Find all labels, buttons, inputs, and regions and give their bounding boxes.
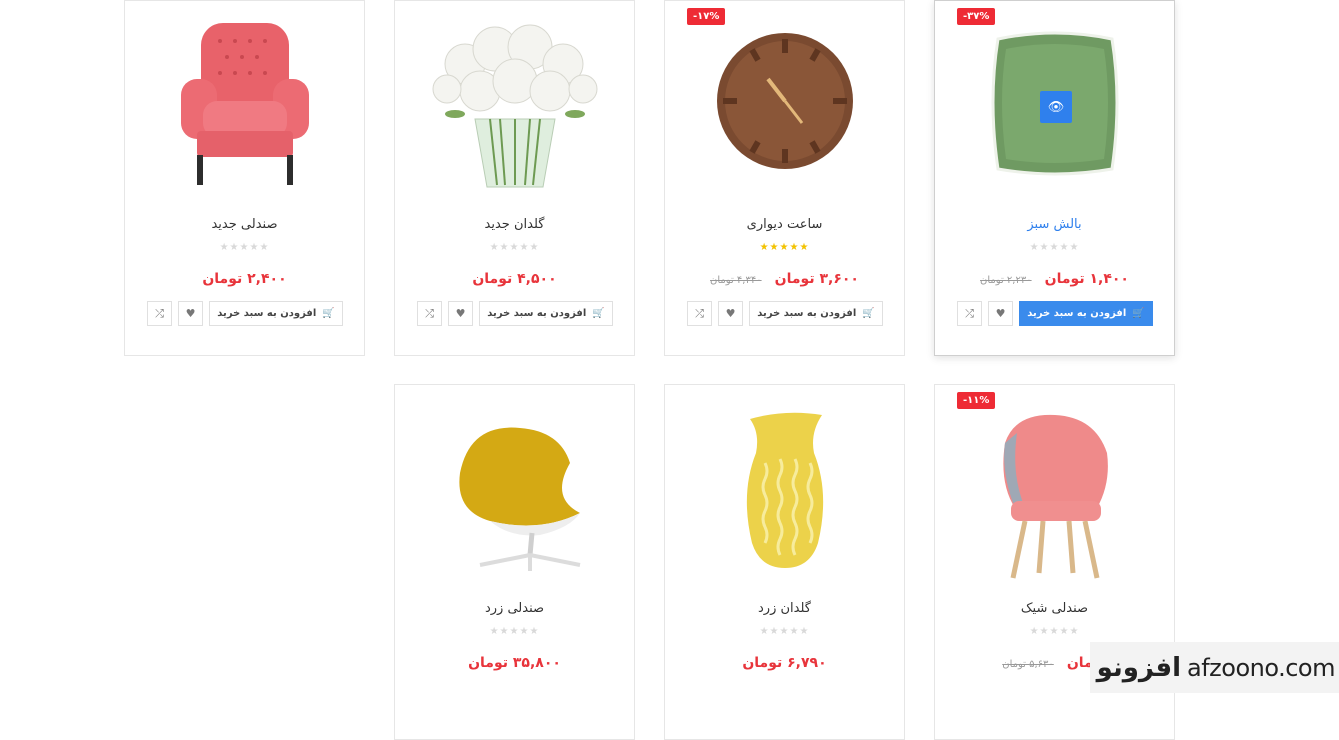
product-image[interactable] <box>665 1 904 201</box>
compare-button[interactable]: ⤮ <box>417 301 442 326</box>
current-price: ۴,۵۰۰ تومان <box>472 271 557 287</box>
rating-stars: ★★★★★ <box>489 242 540 253</box>
product-price: ۴,۵۰۰ تومان <box>395 268 634 287</box>
shuffle-icon: ⤮ <box>695 306 704 320</box>
product-price: ۳,۶۰۰ تومان ۴,۳۴۰ تومان <box>665 268 904 287</box>
product-title[interactable]: گلدان جدید <box>395 217 634 232</box>
product-card-yellow-vase[interactable]: گلدان زرد ★★★★★ ۶,۷۹۰ تومان <box>664 384 905 740</box>
heart-icon: ♥ <box>185 307 196 320</box>
cart-icon: 🛒 <box>322 308 335 319</box>
rating-stars: ★★★★★ <box>1029 626 1080 637</box>
wooden-clock-image <box>716 33 853 169</box>
product-actions: ⤮ ♥ 🛒 افزودن به سبد خرید <box>147 301 343 328</box>
current-price: ۳۵,۸۰۰ تومان <box>468 655 561 671</box>
cart-icon: 🛒 <box>1132 308 1145 319</box>
white-flowers-vase-image <box>432 24 597 188</box>
product-image[interactable] <box>395 385 634 585</box>
product-card-flower-vase[interactable]: گلدان جدید ★★★★★ ۴,۵۰۰ تومان ⤮ ♥ 🛒 افزود… <box>394 0 635 356</box>
yellow-vase-image <box>746 412 823 568</box>
product-price: ۶,۷۹۰ تومان <box>665 652 904 671</box>
shuffle-icon: ⤮ <box>965 306 974 320</box>
product-actions: ⤮ ♥ 🛒 افزودن به سبد خرید <box>417 301 613 328</box>
add-to-cart-label: افزودن به سبد خرید <box>757 308 857 319</box>
current-price: ۶,۷۹۰ تومان <box>742 655 827 671</box>
current-price: ۱,۴۰۰ تومان <box>1044 271 1129 287</box>
shuffle-icon: ⤮ <box>155 306 164 320</box>
eye-icon: 👁 <box>1047 99 1065 115</box>
old-price: ۲,۲۳۰ تومان <box>980 275 1032 286</box>
add-to-cart-label: افزودن به سبد خرید <box>217 308 317 319</box>
product-actions: ⤮ ♥ 🛒 افزودن به سبد خرید <box>957 301 1153 328</box>
product-title[interactable]: صندلی زرد <box>395 601 634 616</box>
product-card-armchair[interactable]: صندلی جدید ★★★★★ ۲,۴۰۰ تومان ⤮ ♥ 🛒 افزود… <box>124 0 365 356</box>
product-card-green-pillow[interactable]: -۳۷% 👁 بالش سبز ★★★★★ ۱,۴۰۰ تومان ۲,۲۳۰ … <box>934 0 1175 356</box>
product-price: ۳۵,۸۰۰ تومان <box>395 652 634 671</box>
product-title[interactable]: گلدان زرد <box>665 601 904 616</box>
add-to-cart-label: افزودن به سبد خرید <box>487 308 587 319</box>
pink-chair-image <box>1002 414 1108 579</box>
old-price: ۴,۳۴۰ تومان <box>710 275 762 286</box>
heart-icon: ♥ <box>725 307 736 320</box>
product-image[interactable] <box>125 1 364 201</box>
cart-icon: 🛒 <box>862 308 875 319</box>
current-price: ۲,۴۰۰ تومان <box>202 271 287 287</box>
watermark: افزونو afzoono.com <box>1090 642 1339 693</box>
add-to-cart-button[interactable]: 🛒 افزودن به سبد خرید <box>1019 301 1153 326</box>
product-title[interactable]: صندلی شیک <box>935 601 1174 616</box>
product-image[interactable] <box>935 385 1174 585</box>
add-to-cart-button[interactable]: 🛒 افزودن به سبد خرید <box>479 301 613 326</box>
quick-view-button[interactable]: 👁 <box>1040 91 1072 123</box>
heart-icon: ♥ <box>455 307 466 320</box>
compare-button[interactable]: ⤮ <box>957 301 982 326</box>
rating-stars: ★★★★★ <box>759 242 810 253</box>
watermark-url: afzoono.com <box>1187 653 1335 682</box>
product-card-wall-clock[interactable]: -۱۷% ساعت دیواری ★★★★★ ۳,۶۰۰ تومان ۴,۳۴۰… <box>664 0 905 356</box>
pink-armchair-image <box>180 23 309 185</box>
watermark-logo: افزونو <box>1096 652 1182 683</box>
wishlist-button[interactable]: ♥ <box>178 301 203 326</box>
product-actions: ⤮ ♥ 🛒 افزودن به سبد خرید <box>687 301 883 328</box>
product-image[interactable] <box>395 1 634 201</box>
wishlist-button[interactable]: ♥ <box>718 301 743 326</box>
compare-button[interactable]: ⤮ <box>687 301 712 326</box>
old-price: ۵,۶۳۰ تومان <box>1002 659 1054 670</box>
cart-icon: 🛒 <box>592 308 605 319</box>
product-card-yellow-chair[interactable]: صندلی زرد ★★★★★ ۳۵,۸۰۰ تومان <box>394 384 635 740</box>
product-price: ۱,۴۰۰ تومان ۲,۲۳۰ تومان <box>935 268 1174 287</box>
rating-stars: ★★★★★ <box>219 242 270 253</box>
add-to-cart-button[interactable]: 🛒 افزودن به سبد خرید <box>749 301 883 326</box>
product-price: ۲,۴۰۰ تومان <box>125 268 364 287</box>
add-to-cart-label: افزودن به سبد خرید <box>1027 308 1127 319</box>
rating-stars: ★★★★★ <box>759 626 810 637</box>
heart-icon: ♥ <box>995 307 1006 320</box>
product-title[interactable]: بالش سبز <box>935 217 1174 232</box>
current-price: ۳,۶۰۰ تومان <box>774 271 859 287</box>
product-title[interactable]: ساعت دیواری <box>665 217 904 232</box>
compare-button[interactable]: ⤮ <box>147 301 172 326</box>
rating-stars: ★★★★★ <box>489 626 540 637</box>
yellow-lounge-chair-image <box>458 427 580 571</box>
wishlist-button[interactable]: ♥ <box>448 301 473 326</box>
product-title[interactable]: صندلی جدید <box>125 217 364 232</box>
rating-stars: ★★★★★ <box>1029 242 1080 253</box>
shuffle-icon: ⤮ <box>425 306 434 320</box>
wishlist-button[interactable]: ♥ <box>988 301 1013 326</box>
add-to-cart-button[interactable]: 🛒 افزودن به سبد خرید <box>209 301 343 326</box>
product-image[interactable] <box>665 385 904 585</box>
